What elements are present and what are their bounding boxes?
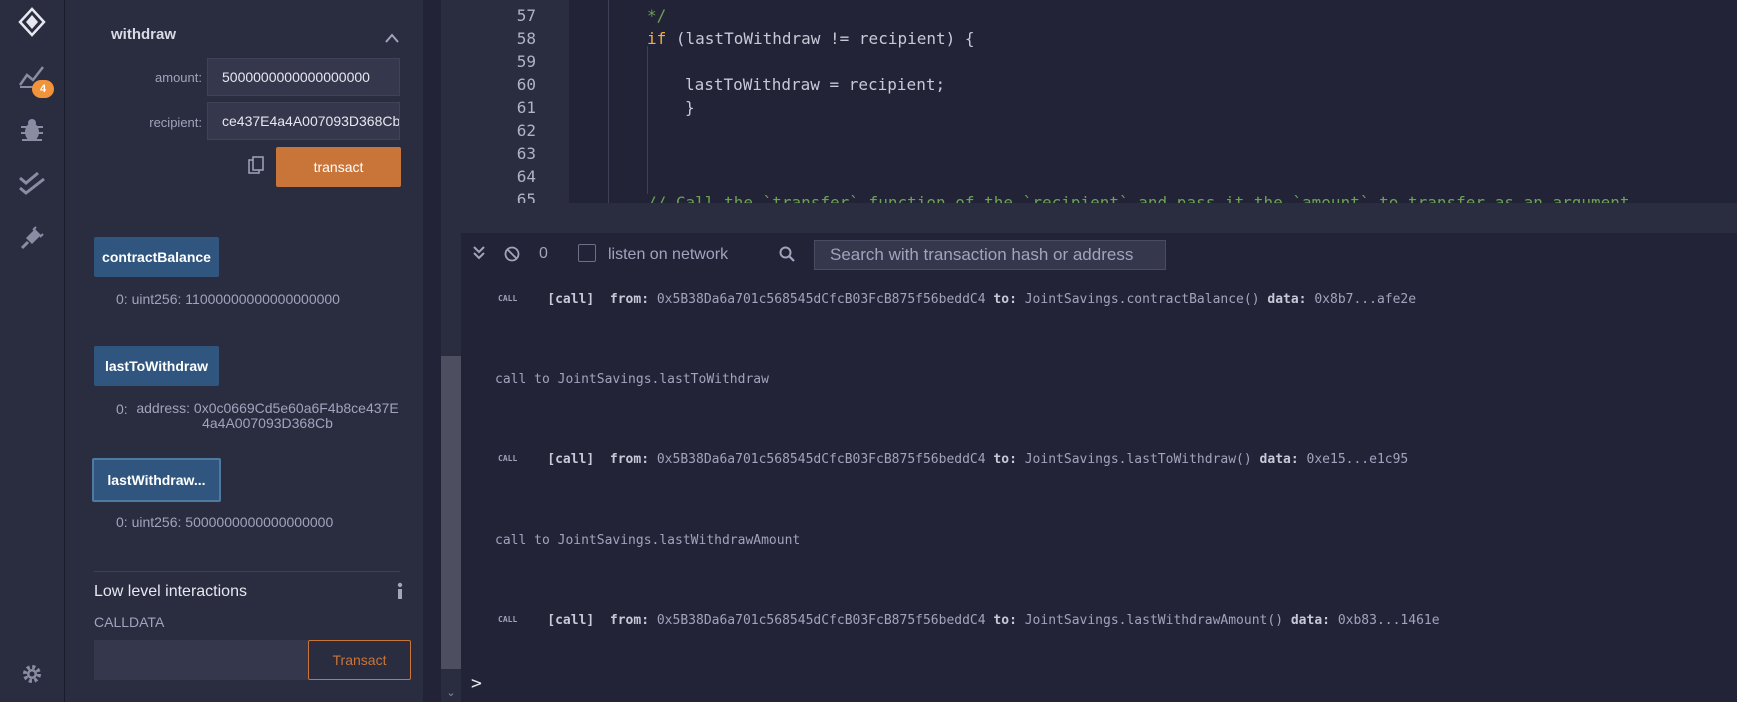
test-check-icon[interactable] [16,168,48,200]
log-from: 0x5B38Da6a701c568545dCfcB03FcB875f56bedd… [656,452,986,467]
line-number: 60 [516,75,536,94]
code-line: } [685,98,695,117]
remix-logo-icon[interactable] [16,6,48,38]
amount-label: amount: [155,70,202,85]
terminal-prompt[interactable]: > [471,673,482,694]
log-to: JointSavings.lastToWithdraw() [1024,452,1252,467]
calldata-label: CALLDATA [94,614,165,630]
log-data-label: data: [1267,292,1307,307]
line-number: 58 [516,29,536,48]
log-to-label: to: [993,452,1017,467]
settings-gear-icon[interactable] [16,658,48,690]
clear-console-icon[interactable] [504,246,520,267]
output-value: uint256: 11000000000000000000 [131,291,340,307]
line-number: 62 [516,121,536,140]
pending-tx-count: 0 [539,245,548,262]
last-to-withdraw-button[interactable]: lastToWithdraw [94,346,219,386]
log-from-label: from: [609,452,650,467]
line-number: 59 [516,52,536,71]
call-badge: CALL [498,454,518,463]
info-icon[interactable] [396,582,404,605]
log-data: 0xe15...e1c95 [1306,452,1409,467]
log-data-label: data: [1290,613,1330,628]
log-tag: [call] [547,452,595,467]
log-to-label: to: [993,292,1017,307]
log-entry-call[interactable]: CALL [call] from: 0x5B38Da6a701c568545dCf… [498,452,1408,467]
code-editor[interactable]: 57 58 59 60 61 62 63 64 65 */ if (lastTo… [461,0,1737,203]
output-index: 0: [116,291,128,307]
log-to: JointSavings.contractBalance() [1024,292,1260,307]
amount-input[interactable]: 5000000000000000000 [207,58,400,96]
output-value-line: address: 0x0c0669Cd5e60a6F4b8ce437E [136,400,399,416]
line-number: 57 [516,6,536,25]
low-level-transact-button[interactable]: Transact [308,640,411,680]
panel-scrollbar-thumb[interactable] [441,356,461,669]
icon-rail: 4 [0,0,65,702]
scroll-down-icon[interactable]: ⌄ [441,686,461,702]
log-to-label: to: [993,613,1017,628]
debugger-icon[interactable] [16,114,48,146]
indent-guide [608,0,609,203]
terminal-log [461,277,1737,702]
section-divider [94,571,400,572]
low-level-title: Low level interactions [94,583,247,600]
output-value-line: 4a4A007093D368Cb [202,415,333,431]
log-from-label: from: [609,292,650,307]
line-number: 63 [516,144,536,163]
last-to-withdraw-index: 0: [116,401,128,417]
code-text: (lastToWithdraw != recipient) { [666,29,975,48]
deploy-notification-badge: 4 [32,80,54,98]
listen-on-network-label: listen on network [608,246,729,263]
plugin-icon[interactable] [16,222,48,254]
line-number: 65 [516,190,536,203]
calldata-input[interactable] [94,640,308,680]
contract-balance-output: 0: uint256: 11000000000000000000 [116,291,340,307]
code-line: */ [647,6,667,25]
output-index: 0: [116,514,128,530]
log-data: 0xb83...1461e [1337,613,1440,628]
log-entry-plain: call to JointSavings.lastWithdrawAmount [495,533,801,548]
last-withdraw-amount-button[interactable]: lastWithdraw... [92,458,221,502]
code-line: lastToWithdraw = recipient; [685,75,946,94]
log-from: 0x5B38Da6a701c568545dCfcB03FcB875f56bedd… [656,613,986,628]
search-icon [779,246,795,267]
transact-button[interactable]: transact [276,147,401,187]
log-tag: [call] [547,613,595,628]
log-entry-call[interactable]: CALL [call] from: 0x5B38Da6a701c568545dCf… [498,292,1416,307]
log-entry-plain: call to JointSavings.lastToWithdraw [495,372,769,387]
transaction-search-input[interactable]: Search with transaction hash or address [814,240,1166,270]
keyword: if [647,29,667,48]
function-section-title: withdraw [111,26,177,43]
last-to-withdraw-output: address: 0x0c0669Cd5e60a6F4b8ce437E 4a4A… [135,401,400,431]
listen-on-network-checkbox[interactable] [578,244,596,262]
copy-icon[interactable] [248,156,264,179]
line-number: 61 [516,98,536,117]
last-withdraw-amount-output: 0: uint256: 5000000000000000000 [116,514,333,530]
recipient-label: recipient: [149,115,202,130]
log-data: 0x8b7...afe2e [1314,292,1417,307]
log-from: 0x5B38Da6a701c568545dCfcB03FcB875f56bedd… [656,292,986,307]
call-badge: CALL [498,615,518,624]
log-data-label: data: [1259,452,1299,467]
log-tag: [call] [547,292,595,307]
log-to: JointSavings.lastWithdrawAmount() [1024,613,1284,628]
indent-guide [647,46,648,194]
recipient-input[interactable]: ce437E4a4A007093D368Cb [207,102,400,140]
terminal-resize-bar[interactable] [461,203,1737,233]
contract-balance-button[interactable]: contractBalance [94,237,219,277]
call-badge: CALL [498,294,518,303]
log-from-label: from: [609,613,650,628]
chevron-up-icon[interactable] [385,30,399,48]
line-number: 64 [516,167,536,186]
collapse-terminal-icon[interactable] [473,246,485,265]
code-line: if (lastToWithdraw != recipient) { [647,29,975,48]
output-value: uint256: 5000000000000000000 [131,514,334,530]
code-line: // Call the `transfer` function of the `… [647,193,1630,203]
log-entry-call[interactable]: CALL [call] from: 0x5B38Da6a701c568545dCf… [498,613,1440,628]
